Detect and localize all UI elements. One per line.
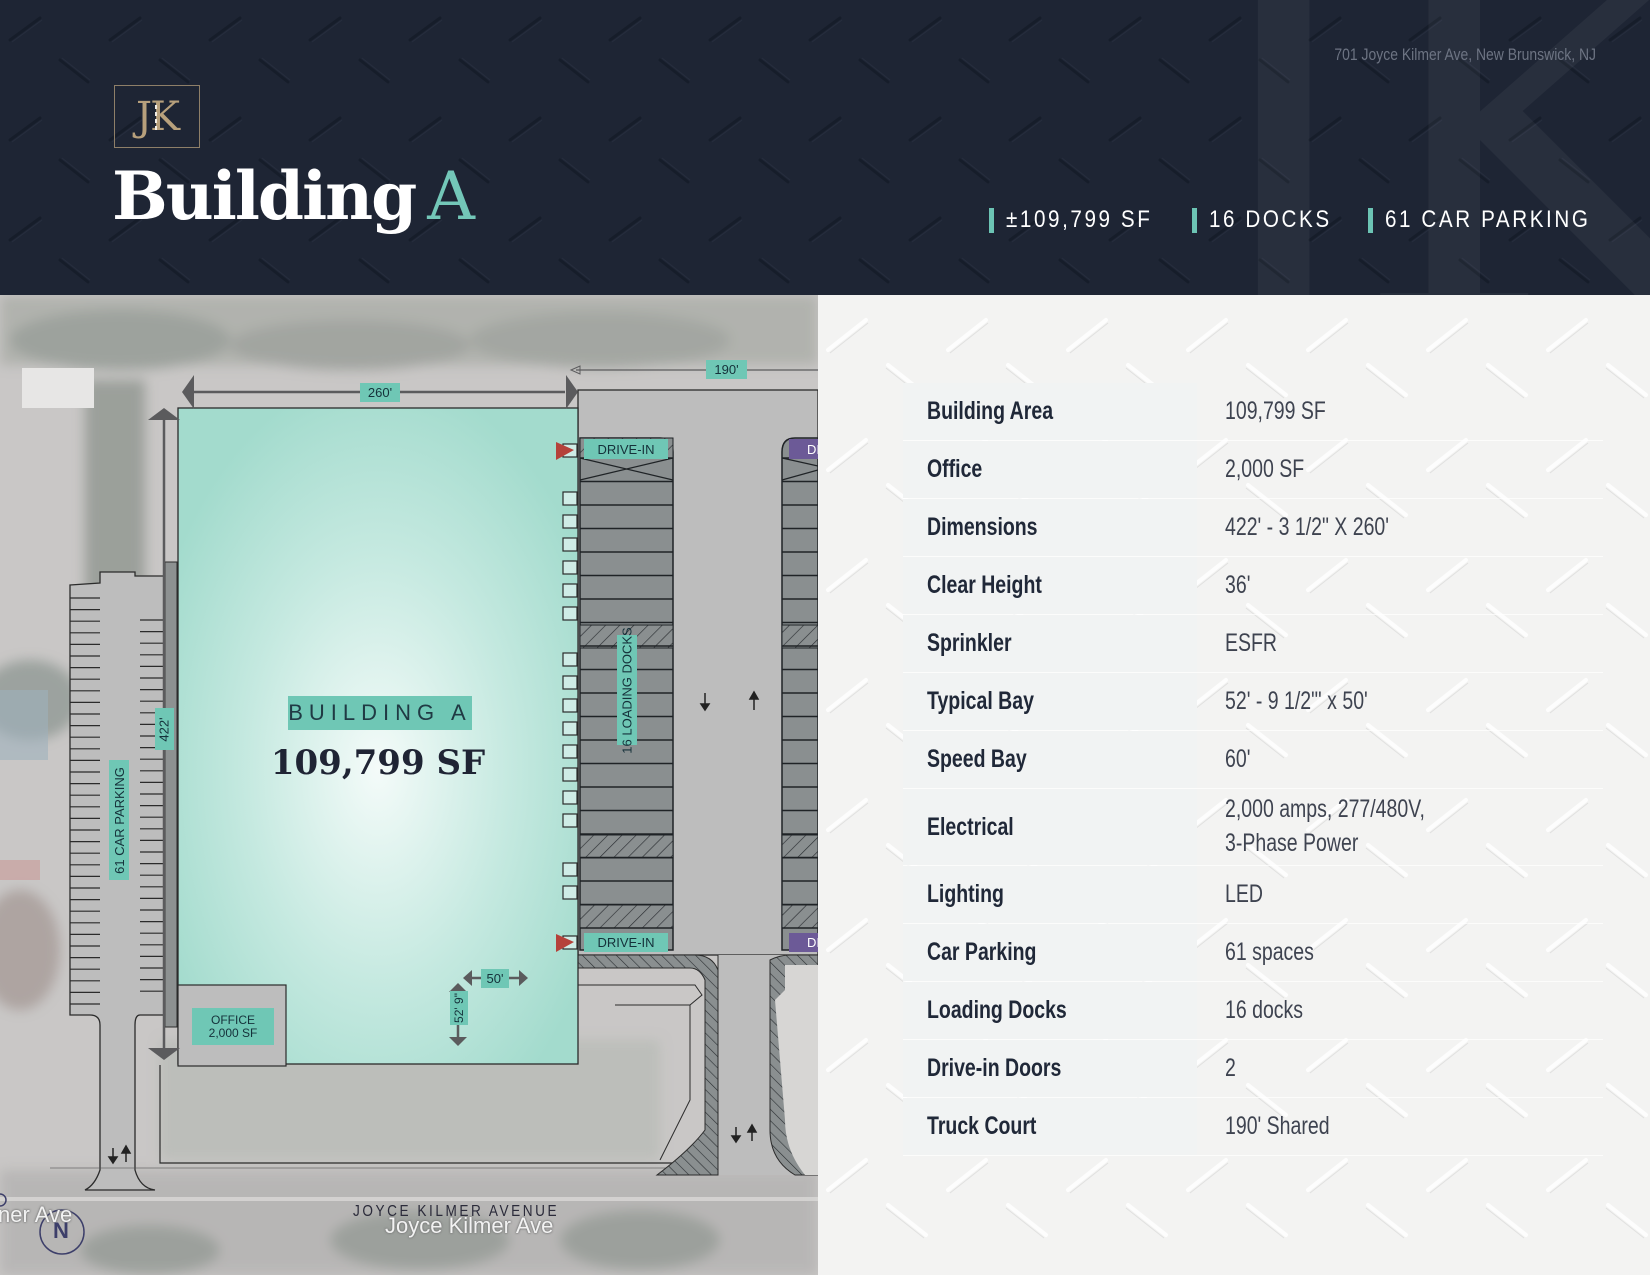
spec-value: 60'	[1225, 744, 1251, 773]
map-street-label: Joyce Kilmer Ave	[385, 1213, 554, 1238]
spec-row: Electrical 2,000 amps, 277/480V, 3-Phase P…	[903, 789, 1603, 866]
spec-label: Sprinkler	[927, 629, 1012, 657]
spec-label: Drive-in Doors	[927, 1054, 1062, 1082]
spec-row: Dimensions 422' - 3 1/2" X 260'	[903, 499, 1603, 557]
neighbor-drive-in-label: DI	[789, 933, 818, 952]
bay-depth-label: 52' 9"	[450, 991, 468, 1025]
dock-door	[562, 537, 578, 552]
dock-door	[562, 813, 578, 828]
dock-door	[562, 491, 578, 506]
building-area-label: 109,799 SF	[270, 743, 486, 783]
spec-row: Lighting LED	[903, 866, 1603, 924]
dock-door	[562, 744, 578, 759]
dock-door	[562, 652, 578, 667]
building-a-footprint	[177, 407, 579, 1065]
dock-door	[562, 698, 578, 713]
spec-value: 2,000 SF	[1225, 454, 1305, 483]
stat-bar	[1368, 207, 1374, 233]
stat-area: ±109,799 SF	[989, 206, 1160, 234]
north-label: N	[53, 1218, 69, 1243]
spec-value: LED	[1225, 879, 1263, 908]
stat-label: 16 DOCKS	[1209, 206, 1333, 233]
spec-row: Truck Court 190' Shared	[903, 1098, 1603, 1156]
spec-row: Clear Height 36'	[903, 557, 1603, 615]
hatched-bay	[579, 904, 674, 929]
specs-panel: Building Area 109,799 SF Office 2,000 SF D…	[818, 295, 1650, 1275]
spec-label: Truck Court	[927, 1112, 1037, 1140]
page-title: Building A	[112, 157, 475, 235]
spec-label: Loading Docks	[927, 996, 1067, 1024]
stat-label: ±109,799 SF	[1006, 206, 1153, 233]
spec-label: Clear Height	[927, 571, 1042, 599]
spec-value: 52' - 9 1/2"' x 50'	[1225, 686, 1368, 715]
stat-parking: 61 CAR PARKING	[1368, 206, 1608, 234]
loading-docks-label: 16 LOADING DOCKS	[617, 627, 637, 753]
spec-label: Dimensions	[927, 513, 1038, 541]
site-plan: 260' 190' 422' BUILDING A 109,799 SF OFF…	[0, 295, 818, 1275]
spec-value: 2	[1225, 1053, 1236, 1082]
spec-value: 190' Shared	[1225, 1111, 1330, 1140]
spec-value: 61 spaces	[1225, 937, 1314, 966]
dock-door	[562, 583, 578, 598]
page-header: JK JK BuildingA 701 Joyce Kilmer Ave, Ne…	[0, 0, 1650, 295]
spec-value: 36'	[1225, 570, 1251, 599]
spec-row: Drive-in Doors 2	[903, 1040, 1603, 1098]
bay-width-label: 50'	[481, 969, 509, 988]
building-name-label: BUILDING A	[288, 696, 472, 730]
parking-label: 61 CAR PARKING	[109, 760, 129, 880]
spec-label: Car Parking	[927, 938, 1037, 966]
spec-row: Building Area 109,799 SF	[903, 383, 1603, 441]
drive-in-bottom-label: DRIVE-IN	[584, 933, 668, 952]
spec-value: 16 docks	[1225, 995, 1304, 1024]
spec-value: 2,000 amps, 277/480V,	[1225, 795, 1425, 824]
spec-row: Speed Bay 60'	[903, 731, 1603, 789]
neighbor-drive-in-label: DI	[789, 439, 818, 459]
spec-value: ESFR	[1225, 628, 1278, 657]
stat-bar	[989, 207, 995, 233]
spec-row: Office 2,000 SF	[903, 441, 1603, 499]
dock-door	[562, 606, 578, 621]
logo: JK	[114, 85, 200, 148]
spec-row: Sprinkler ESFR	[903, 615, 1603, 673]
hatched-bay	[579, 834, 674, 859]
spec-row: Typical Bay 52' - 9 1/2"' x 50'	[903, 673, 1603, 731]
stat-label: 61 CAR PARKING	[1385, 206, 1591, 233]
spec-label: Typical Bay	[927, 687, 1034, 715]
drive-in-top-label: DRIVE-IN	[584, 439, 668, 459]
dock-door	[562, 514, 578, 529]
property-address: 701 Joyce Kilmer Ave, New Brunswick, NJ	[1334, 45, 1596, 64]
spec-row: Loading Docks 16 docks	[903, 982, 1603, 1040]
spec-row: Car Parking 61 spaces	[903, 924, 1603, 982]
spec-label: Speed Bay	[927, 745, 1027, 773]
spec-label: Electrical	[927, 812, 1014, 841]
spec-table: Building Area 109,799 SF Office 2,000 SF D…	[903, 383, 1603, 1156]
dock-door	[562, 675, 578, 690]
title-accent: A	[427, 158, 475, 235]
title-main: Building	[112, 157, 417, 235]
spec-label: Lighting	[927, 880, 1004, 908]
dim-length-label: 422'	[155, 708, 174, 750]
office-label: OFFICE 2,000 SF	[192, 1008, 274, 1045]
spec-value: 422' - 3 1/2" X 260'	[1225, 512, 1389, 541]
dock-door	[562, 767, 578, 782]
dim-width-label: 260'	[360, 383, 400, 402]
spec-label: Office	[927, 455, 983, 483]
spec-value: 109,799 SF	[1225, 396, 1326, 425]
dim-truck-court-label: 190'	[706, 360, 747, 379]
key-stats: ±109,799 SF 16 DOCKS 61 CAR PARKING	[989, 206, 1608, 234]
spec-value-line2: 3-Phase Power	[1225, 829, 1359, 857]
dock-door	[562, 721, 578, 736]
dock-door	[562, 560, 578, 575]
spec-label: Building Area	[927, 397, 1054, 425]
stat-bar	[1192, 207, 1198, 233]
dock-door	[562, 862, 578, 877]
dock-door	[562, 790, 578, 805]
dock-door	[562, 885, 578, 900]
stat-docks: 16 DOCKS	[1192, 206, 1336, 234]
